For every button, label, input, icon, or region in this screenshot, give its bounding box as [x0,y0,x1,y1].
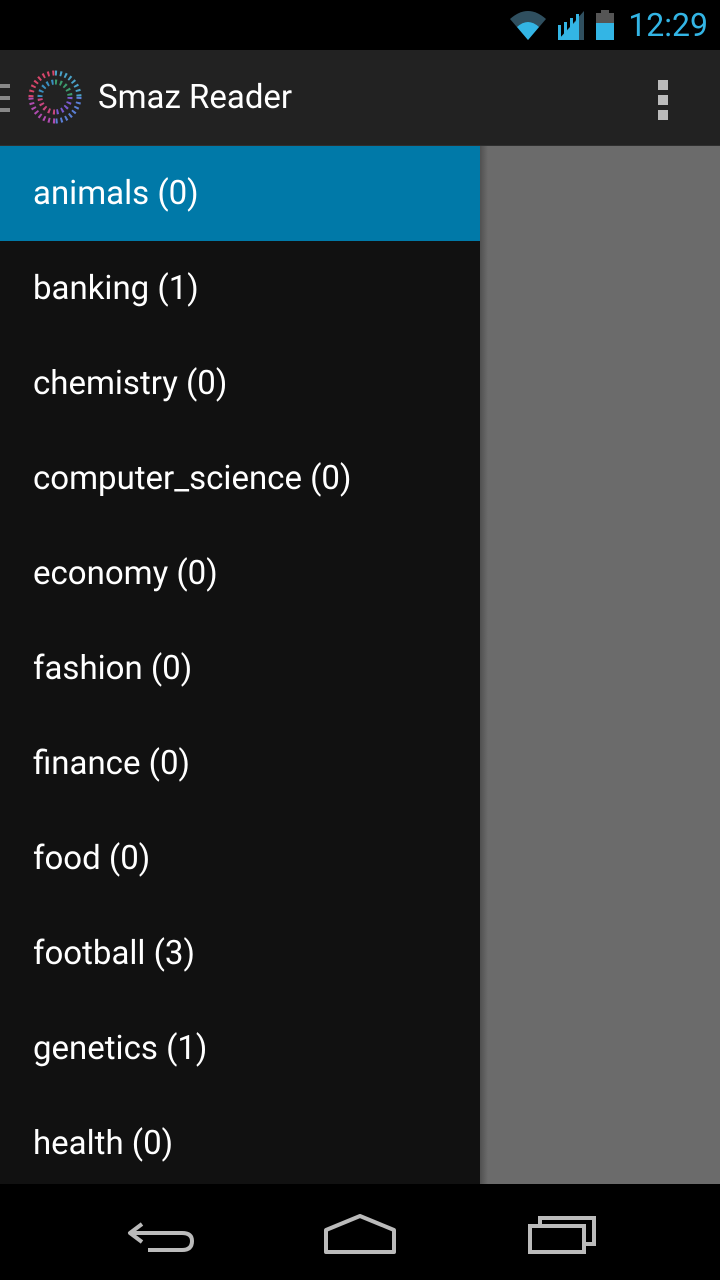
drawer-item-genetics[interactable]: genetics (1) [0,1001,480,1096]
recents-icon[interactable] [512,1202,612,1262]
drawer-item-label: health (0) [33,1124,174,1163]
status-bar: 12:29 [0,0,720,50]
drawer-item-football[interactable]: football (3) [0,906,480,1001]
back-icon[interactable] [112,1202,212,1262]
drawer-item-label: computer_science (0) [33,459,352,498]
drawer-item-label: genetics (1) [33,1029,208,1068]
drawer-item-economy[interactable]: economy (0) [0,526,480,621]
drawer-item-label: animals (0) [33,174,199,213]
home-icon[interactable] [310,1202,410,1262]
drawer-item-label: food (0) [33,839,151,878]
drawer-item-label: football (3) [33,934,195,973]
navigation-drawer: animals (0) banking (1) chemistry (0) co… [0,146,480,1184]
battery-icon [596,10,615,40]
status-clock: 12:29 [628,6,708,44]
status-icons: 12:29 [508,0,708,50]
drawer-item-label: economy (0) [33,554,218,593]
main-content-scrim[interactable] [480,146,720,1184]
drawer-item-fashion[interactable]: fashion (0) [0,621,480,716]
drawer-item-chemistry[interactable]: chemistry (0) [0,336,480,431]
drawer-item-banking[interactable]: banking (1) [0,241,480,336]
overflow-menu-icon[interactable] [648,80,678,120]
action-bar: Smaz Reader [0,50,720,146]
drawer-item-label: fashion (0) [33,649,193,688]
drawer-item-health[interactable]: health (0) [0,1096,480,1184]
drawer-item-label: chemistry (0) [33,364,228,403]
cell-signal-icon [558,11,585,40]
drawer-item-finance[interactable]: finance (0) [0,716,480,811]
system-nav-bar [0,1184,720,1280]
wifi-icon [510,11,547,40]
drawer-item-food[interactable]: food (0) [0,811,480,906]
app-logo-icon[interactable] [26,68,84,126]
drawer-indicator-icon[interactable] [0,84,12,116]
drawer-item-label: finance (0) [33,744,190,783]
drawer-shadow [480,146,488,1184]
app-title: Smaz Reader [98,78,293,117]
drawer-item-animals[interactable]: animals (0) [0,146,480,241]
drawer-item-label: banking (1) [33,269,199,308]
drawer-item-computer-science[interactable]: computer_science (0) [0,431,480,526]
